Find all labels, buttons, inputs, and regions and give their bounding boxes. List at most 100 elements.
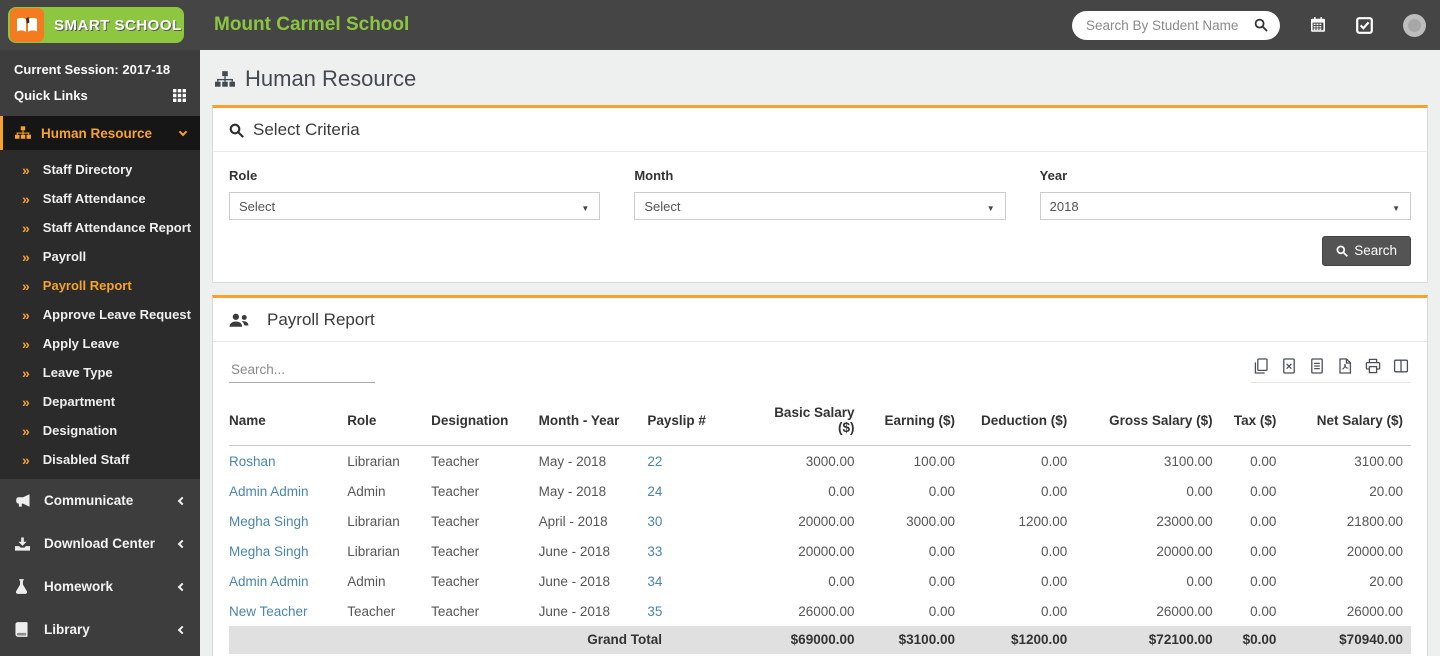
- table-cell: 0.00: [1250, 514, 1277, 529]
- sidebar-item-download-center[interactable]: Download Center: [0, 522, 200, 565]
- sidebar-item-homework[interactable]: Homework: [0, 565, 200, 608]
- month-select[interactable]: Select: [634, 192, 1006, 220]
- role-label: Role: [229, 168, 258, 183]
- sidebar-item-staff-attendance[interactable]: Staff Attendance: [0, 184, 200, 213]
- table-row: Megha Singh Librarian Teacher June - 2018 33…: [229, 536, 1411, 566]
- chevron-left-icon: [177, 496, 187, 505]
- staff-name-link[interactable]: New Teacher: [229, 596, 347, 626]
- sidebar-item-staff-directory[interactable]: Staff Directory: [0, 155, 200, 184]
- top-header: SMART SCHOOL Mount Carmel School: [0, 0, 1440, 50]
- table-cell: 0.00: [1250, 484, 1277, 499]
- year-select[interactable]: 2018: [1039, 192, 1411, 220]
- payslip-link[interactable]: 35: [647, 596, 762, 626]
- table-cell: 21800.00: [1346, 514, 1403, 529]
- column-header[interactable]: Tax ($): [1220, 398, 1285, 446]
- avatar[interactable]: [1403, 13, 1426, 37]
- column-header[interactable]: Gross Salary ($): [1075, 398, 1221, 446]
- column-header[interactable]: Basic Salary ($): [762, 398, 863, 446]
- table-header-row: Name Role Designation Month - Year Payslip #…: [229, 398, 1411, 446]
- table-cell: 20000.00: [1346, 544, 1403, 559]
- sidebar-item-label: Staff Directory: [42, 162, 133, 177]
- table-cell: 0.00: [1250, 604, 1277, 619]
- table-cell: Teacher: [431, 514, 480, 529]
- pdf-export-icon[interactable]: [1337, 358, 1353, 374]
- sidebar-item-staff-attendance-report[interactable]: Staff Attendance Report: [0, 213, 200, 242]
- megaphone-icon: [15, 493, 35, 508]
- student-search-input[interactable]: [1086, 17, 1254, 33]
- staff-name-link[interactable]: Roshan: [229, 446, 347, 477]
- table-cell: May - 2018: [538, 484, 607, 499]
- table-cell: 23000.00: [1156, 514, 1213, 529]
- app-logo[interactable]: SMART SCHOOL: [8, 7, 184, 43]
- sidebar-item-payroll[interactable]: Payroll: [0, 242, 200, 271]
- sidebar-item-apply-leave[interactable]: Apply Leave: [0, 329, 200, 358]
- table-cell: 20000.00: [1156, 544, 1213, 559]
- sitemap-icon: [15, 126, 31, 140]
- column-header[interactable]: Earning ($): [862, 398, 963, 446]
- sidebar-item-human-resource[interactable]: Human Resource: [0, 116, 200, 150]
- select-caret-icon: [987, 199, 995, 214]
- column-header[interactable]: Designation: [431, 398, 539, 446]
- payslip-link[interactable]: 33: [647, 536, 762, 566]
- payslip-link[interactable]: 22: [647, 446, 762, 477]
- column-header[interactable]: Net Salary ($): [1284, 398, 1411, 446]
- table-cell: 0.00: [928, 604, 955, 619]
- column-header[interactable]: Role: [347, 398, 432, 446]
- table-cell: April - 2018: [538, 514, 608, 529]
- sidebar-item-approve-leave-request[interactable]: Approve Leave Request: [0, 300, 200, 329]
- staff-name-link[interactable]: Admin Admin: [229, 476, 347, 506]
- table-cell: 26000.00: [1346, 604, 1403, 619]
- print-icon[interactable]: [1365, 358, 1381, 374]
- column-header[interactable]: Name: [229, 398, 348, 446]
- column-header[interactable]: Deduction ($): [962, 398, 1076, 446]
- table-cell: 0.00: [1250, 454, 1277, 469]
- column-visibility-icon[interactable]: [1393, 358, 1409, 374]
- payslip-link[interactable]: 34: [647, 566, 762, 596]
- sidebar-item-department[interactable]: Department: [0, 387, 200, 416]
- payslip-link[interactable]: 24: [647, 476, 762, 506]
- table-search-input[interactable]: [229, 359, 375, 383]
- csv-export-icon[interactable]: [1309, 358, 1325, 374]
- quick-links-grid-icon[interactable]: [173, 89, 186, 102]
- role-select[interactable]: Select: [229, 192, 601, 220]
- sidebar-item-leave-type[interactable]: Leave Type: [0, 358, 200, 387]
- sidebar-item-designation[interactable]: Designation: [0, 416, 200, 445]
- sidebar-item-communicate[interactable]: Communicate: [0, 479, 200, 522]
- table-cell: 0.00: [1040, 454, 1068, 469]
- sidebar-item-label: Library: [44, 622, 90, 637]
- staff-name-link[interactable]: Admin Admin: [229, 566, 347, 596]
- page-title: Human Resource: [215, 66, 1440, 92]
- chevron-left-icon: [177, 539, 187, 548]
- staff-name-link[interactable]: Megha Singh: [229, 536, 347, 566]
- sidebar-menu: Communicate Download Center Homework Lib…: [0, 479, 200, 651]
- payslip-link[interactable]: 30: [647, 506, 762, 536]
- table-cell: Teacher: [431, 484, 480, 499]
- staff-name-link[interactable]: Megha Singh: [229, 506, 347, 536]
- table-cell: May - 2018: [538, 454, 607, 469]
- sidebar-item-payroll-report[interactable]: Payroll Report: [0, 271, 200, 300]
- sidebar-item-label: Leave Type: [42, 365, 113, 380]
- sidebar-item-disabled-staff[interactable]: Disabled Staff: [0, 445, 200, 474]
- table-cell: 26000.00: [798, 604, 855, 619]
- excel-export-icon[interactable]: [1281, 358, 1297, 374]
- task-check-icon[interactable]: [1356, 16, 1373, 34]
- column-header[interactable]: Month - Year: [538, 398, 648, 446]
- copy-icon[interactable]: [1253, 358, 1269, 374]
- student-search-box[interactable]: [1072, 10, 1280, 40]
- sitemap-icon: [215, 70, 235, 87]
- grand-total-deduction: $1200.00: [962, 626, 1076, 654]
- select-caret-icon: [581, 199, 589, 214]
- search-button[interactable]: Search: [1322, 236, 1411, 266]
- column-header[interactable]: Payslip #: [647, 398, 763, 446]
- current-session: Current Session: 2017-18: [14, 62, 171, 77]
- calendar-icon[interactable]: [1310, 17, 1326, 33]
- sidebar-item-label: Payroll: [42, 249, 87, 264]
- search-icon[interactable]: [1254, 18, 1268, 32]
- table-cell: 100.00: [913, 454, 955, 469]
- grand-total-earning: $3100.00: [862, 626, 963, 654]
- sidebar-item-label: Department: [42, 394, 116, 409]
- select-criteria-panel: Select Criteria Role Select Month Select: [212, 105, 1428, 283]
- sidebar-item-library[interactable]: Library: [0, 608, 200, 651]
- year-label: Year: [1039, 168, 1068, 183]
- book-logo-icon: [10, 8, 44, 42]
